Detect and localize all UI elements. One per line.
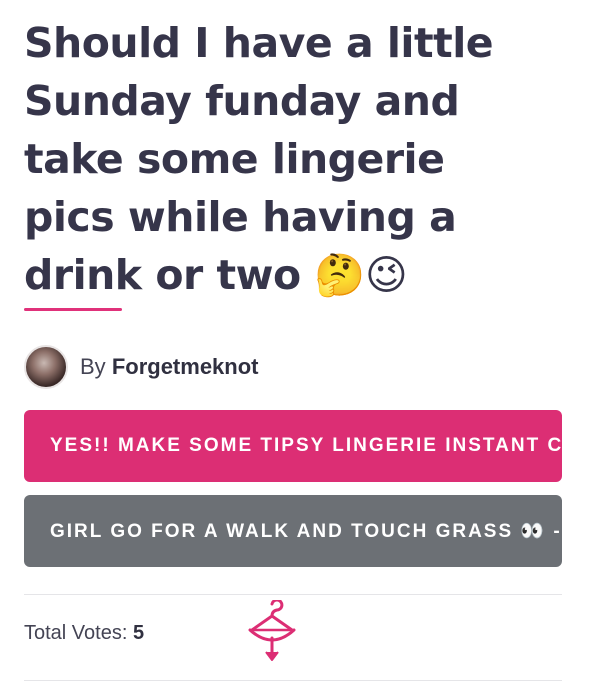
author-prefix: By xyxy=(80,354,106,379)
author-name[interactable]: Forgetmeknot xyxy=(112,354,259,379)
total-votes-label: Total Votes: xyxy=(24,622,128,644)
avatar[interactable] xyxy=(24,345,68,389)
post-container: Should I have a little Sunday funday and… xyxy=(24,0,562,681)
divider xyxy=(24,594,562,595)
divider xyxy=(24,680,562,681)
poll-option-label: YES!! MAKE SOME TIPSY LINGERIE INSTANT C xyxy=(50,435,562,456)
author-byline: By Forgetmeknot xyxy=(24,345,259,389)
post-title: Should I have a little Sunday funday and… xyxy=(24,19,494,299)
total-votes: Total Votes: 5 xyxy=(24,622,144,645)
hanger-bow-logo-icon xyxy=(248,600,296,661)
poll-option-yes-button[interactable]: YES!! MAKE SOME TIPSY LINGERIE INSTANT C xyxy=(24,410,562,482)
title-underline xyxy=(24,308,122,311)
total-votes-count: 5 xyxy=(132,622,145,644)
poll-option-walk-button[interactable]: GIRL GO FOR A WALK AND TOUCH GRASS 👀 - xyxy=(24,495,562,567)
poll-option-label: GIRL GO FOR A WALK AND TOUCH GRASS 👀 - xyxy=(50,521,562,542)
